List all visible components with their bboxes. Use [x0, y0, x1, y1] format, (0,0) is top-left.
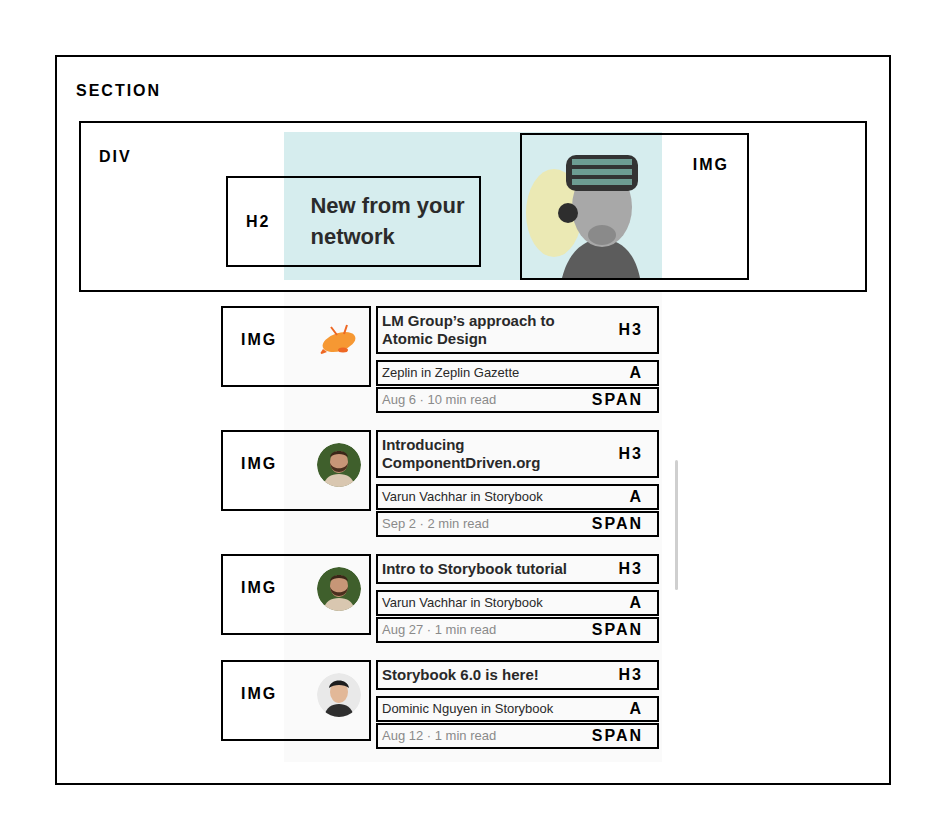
post-list: IMG LM Group’s approach to Atomic Design H… [221, 306, 661, 749]
author-link[interactable]: Varun Vachhar in Storybook [382, 489, 543, 505]
scrollbar[interactable] [675, 460, 678, 590]
post-title[interactable]: LM Group’s approach to Atomic Design [382, 312, 587, 348]
author-avatar-icon [317, 567, 361, 611]
post-row[interactable]: IMG LM Group’s approach to Atomic Design H… [221, 306, 661, 413]
post-text-column: Introducing ComponentDriven.org H3 Varun V… [376, 430, 659, 537]
annotation-label: DIV [99, 148, 132, 165]
post-row[interactable]: IMG Intro to Storybook tutorial H3 Varun Va… [221, 554, 661, 643]
title-box: Introducing ComponentDriven.org H3 [376, 430, 659, 478]
title-box: Storybook 6.0 is here! H3 [376, 660, 659, 690]
annotation-label: SPAN [592, 728, 643, 744]
post-row[interactable]: IMG Introducing ComponentDriven.org H3 Varu… [221, 430, 661, 537]
post-title[interactable]: Introducing ComponentDriven.org [382, 436, 587, 472]
annotation-label: A [629, 595, 643, 611]
annotation-label: IMG [241, 456, 277, 472]
title-box: LM Group’s approach to Atomic Design H3 [376, 306, 659, 354]
annotation-label: H3 [619, 667, 643, 683]
annotation-label: A [629, 365, 643, 381]
annotated-page: SECTION DIV H2 New from your network IMG IMG L… [0, 0, 946, 836]
author-box: Dominic Nguyen in Storybook A [376, 696, 659, 722]
post-row[interactable]: IMG Storybook 6.0 is here! H3 Dominic Nguye… [221, 660, 661, 749]
author-avatar-icon [317, 443, 361, 487]
annotation-label: H3 [619, 561, 643, 577]
post-image-box: IMG [221, 554, 371, 635]
author-avatar-icon [317, 319, 361, 363]
post-meta: Aug 27 · 1 min read [382, 622, 496, 638]
post-title[interactable]: Storybook 6.0 is here! [382, 666, 539, 684]
author-link[interactable]: Zeplin in Zeplin Gazette [382, 365, 519, 381]
meta-box: Aug 12 · 1 min read SPAN [376, 723, 659, 749]
annotation-label: A [629, 701, 643, 717]
post-meta: Sep 2 · 2 min read [382, 516, 489, 532]
post-text-column: Storybook 6.0 is here! H3 Dominic Nguyen i… [376, 660, 659, 749]
author-link[interactable]: Varun Vachhar in Storybook [382, 595, 543, 611]
post-meta: Aug 6 · 10 min read [382, 392, 496, 408]
annotation-label: IMG [693, 135, 747, 173]
annotation-label: A [629, 489, 643, 505]
author-box: Varun Vachhar in Storybook A [376, 590, 659, 616]
annotation-label: IMG [241, 580, 277, 596]
annotation-label: SPAN [592, 516, 643, 532]
post-title[interactable]: Intro to Storybook tutorial [382, 560, 567, 578]
header-photo [522, 135, 663, 278]
post-image-box: IMG [221, 430, 371, 511]
annotation-label: H3 [619, 322, 643, 338]
annotation-label: H3 [619, 446, 643, 462]
meta-box: Aug 6 · 10 min read SPAN [376, 387, 659, 413]
annotation-label: H2 [246, 214, 270, 230]
post-text-column: Intro to Storybook tutorial H3 Varun Vachh… [376, 554, 659, 643]
post-image-box: IMG [221, 306, 371, 387]
annotation-label: IMG [241, 686, 277, 702]
annotation-label: SPAN [592, 392, 643, 408]
post-image-box: IMG [221, 660, 371, 741]
post-meta: Aug 12 · 1 min read [382, 728, 496, 744]
meta-box: Aug 27 · 1 min read SPAN [376, 617, 659, 643]
annotation-label: IMG [241, 332, 277, 348]
author-avatar-icon [317, 673, 361, 717]
title-box: Intro to Storybook tutorial H3 [376, 554, 659, 584]
annotation-label: SPAN [592, 622, 643, 638]
heading-box: H2 New from your network [226, 176, 481, 267]
author-box: Varun Vachhar in Storybook A [376, 484, 659, 510]
post-text-column: LM Group’s approach to Atomic Design H3 Ze… [376, 306, 659, 413]
annotation-label: SECTION [76, 82, 161, 99]
author-box: Zeplin in Zeplin Gazette A [376, 360, 659, 386]
header-image-box: IMG [520, 133, 749, 280]
author-link[interactable]: Dominic Nguyen in Storybook [382, 701, 553, 717]
heading: New from your network [310, 191, 469, 253]
meta-box: Sep 2 · 2 min read SPAN [376, 511, 659, 537]
